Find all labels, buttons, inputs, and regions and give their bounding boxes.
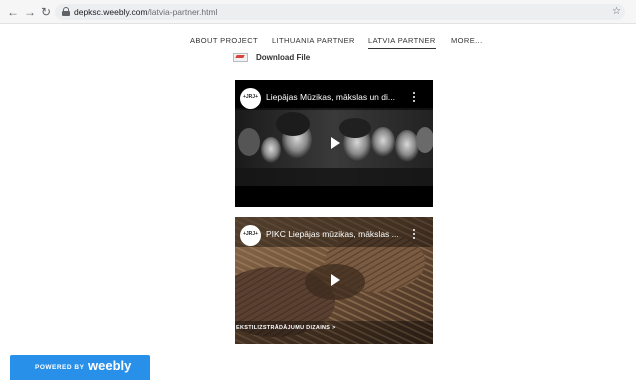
video-title[interactable]: Liepājas Mūzikas, mākslas un di... [266, 92, 395, 102]
reload-icon[interactable]: ↻ [40, 5, 52, 19]
powered-by-weebly-badge[interactable]: POWERED BY weebly [10, 355, 150, 380]
url-text[interactable]: depksc.weebly.com/latvia-partner.html [74, 6, 217, 18]
powered-by-label: POWERED BY [35, 364, 85, 371]
channel-avatar[interactable]: +JRJ+ [240, 225, 261, 246]
more-vertical-icon[interactable] [413, 92, 416, 102]
url-path: /latvia-partner.html [147, 7, 218, 17]
arrow-right-icon[interactable]: → [24, 5, 36, 19]
video-title[interactable]: PIKC Liepājas mūzikas, mākslas ... [266, 229, 399, 239]
more-vertical-icon[interactable] [413, 229, 416, 239]
address-bar[interactable]: depksc.weebly.com/latvia-partner.html ☆ [55, 4, 625, 20]
video-caption: EKSTILIZSTRĀDĀJUMU DIZAINS > [236, 325, 336, 331]
browser-toolbar: ← → ↻ depksc.weebly.com/latvia-partner.h… [0, 0, 636, 24]
nav-item-more[interactable]: MORE... [451, 36, 483, 45]
video-embed-1[interactable]: +JRJ+ Liepājas Mūzikas, mākslas un di... [235, 80, 433, 207]
nav-item-lithuania-partner[interactable]: LITHUANIA PARTNER [272, 36, 355, 45]
nav-item-about-project[interactable]: ABOUT PROJECT [190, 36, 258, 45]
play-icon[interactable] [331, 274, 340, 286]
star-icon[interactable]: ☆ [612, 5, 621, 19]
channel-avatar[interactable]: +JRJ+ [240, 88, 261, 109]
play-icon[interactable] [331, 137, 340, 149]
video-embed-2[interactable]: +JRJ+ PIKC Liepājas mūzikas, mākslas ...… [235, 217, 433, 344]
channel-logo-text: +JRJ+ [242, 94, 258, 100]
lock-icon [62, 7, 70, 16]
url-host: depksc.weebly.com [74, 7, 148, 17]
arrow-left-icon[interactable]: ← [7, 5, 19, 19]
channel-logo-text: +JRJ+ [242, 231, 258, 237]
download-file-link[interactable]: Download File [256, 53, 310, 62]
site-navigation: ABOUT PROJECT LITHUANIA PARTNER LATVIA P… [0, 24, 636, 54]
nav-item-latvia-partner[interactable]: LATVIA PARTNER [368, 36, 436, 49]
weebly-logo: weebly [88, 358, 132, 373]
pdf-file-icon[interactable] [233, 53, 248, 62]
